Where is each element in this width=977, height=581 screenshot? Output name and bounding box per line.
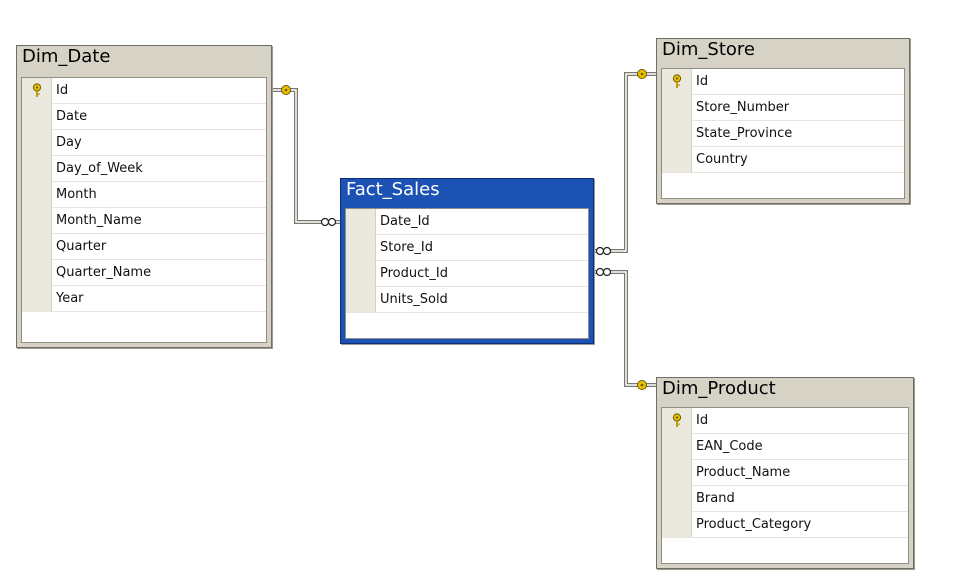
column-name: Quarter_Name <box>56 265 152 280</box>
key-endpoint-icon <box>637 380 647 390</box>
column-name: Store_Number <box>696 100 790 115</box>
column-row[interactable]: Id <box>662 69 904 95</box>
row-selector[interactable] <box>346 235 376 260</box>
column-grid: Id Store_Number State_Province Country <box>661 68 905 199</box>
column-grid: Id EAN_Code Product_Name Brand Product_C… <box>661 407 909 564</box>
infinity-endpoint-icon <box>595 246 612 256</box>
column-name: Month_Name <box>56 213 142 228</box>
column-name: Id <box>696 74 709 89</box>
row-selector[interactable] <box>662 408 692 433</box>
column-row[interactable]: Id <box>22 78 266 104</box>
relationship-store[interactable] <box>592 69 656 256</box>
column-name: Product_Name <box>696 465 791 480</box>
row-selector[interactable] <box>662 434 692 459</box>
column-row[interactable]: EAN_Code <box>662 434 908 460</box>
table-title[interactable]: Fact_Sales <box>341 179 593 201</box>
column-grid: Date_Id Store_Id Product_Id Units_Sold <box>345 208 589 339</box>
row-selector[interactable] <box>662 486 692 511</box>
key-endpoint-icon <box>637 69 647 79</box>
row-selector[interactable] <box>346 287 376 312</box>
column-row[interactable]: Store_Id <box>346 235 588 261</box>
row-selector[interactable] <box>662 121 692 146</box>
column-row[interactable]: Date <box>22 104 266 130</box>
column-name: Day_of_Week <box>56 161 143 176</box>
row-selector[interactable] <box>346 209 376 234</box>
table-title[interactable]: Dim_Product <box>657 378 913 400</box>
row-selector[interactable] <box>662 460 692 485</box>
key-icon <box>32 83 42 97</box>
row-selector[interactable] <box>22 156 52 181</box>
column-name: Product_Category <box>696 517 812 532</box>
diagram-canvas: Dim_Date Id Date Day Day_of_Week Month M… <box>0 0 977 581</box>
column-row[interactable]: Date_Id <box>346 209 588 235</box>
row-selector[interactable] <box>22 260 52 285</box>
column-name: EAN_Code <box>696 439 763 454</box>
column-row[interactable]: Month <box>22 182 266 208</box>
column-name: Month <box>56 187 97 202</box>
relationship-date[interactable] <box>273 85 340 227</box>
row-selector[interactable] <box>22 130 52 155</box>
table-title[interactable]: Dim_Store <box>657 39 909 61</box>
column-name: State_Province <box>696 126 793 141</box>
column-name: Units_Sold <box>380 292 448 307</box>
table-dim-store[interactable]: Dim_Store Id Store_Number State_Province… <box>656 38 910 204</box>
row-selector[interactable] <box>22 182 52 207</box>
relationship-product[interactable] <box>592 267 656 390</box>
column-name: Quarter <box>56 239 107 254</box>
key-endpoint-icon <box>281 85 291 95</box>
column-name: Day <box>56 135 82 150</box>
column-name: Product_Id <box>380 266 448 281</box>
column-row[interactable]: Day <box>22 130 266 156</box>
row-selector[interactable] <box>346 261 376 286</box>
column-row[interactable]: State_Province <box>662 121 904 147</box>
column-row[interactable]: Country <box>662 147 904 173</box>
infinity-endpoint-icon <box>595 267 612 277</box>
table-dim-date[interactable]: Dim_Date Id Date Day Day_of_Week Month M… <box>16 45 272 348</box>
row-selector[interactable] <box>662 147 692 172</box>
column-row[interactable]: Day_of_Week <box>22 156 266 182</box>
row-selector[interactable] <box>22 104 52 129</box>
column-row[interactable]: Month_Name <box>22 208 266 234</box>
column-row[interactable]: Product_Category <box>662 512 908 538</box>
column-row[interactable]: Quarter <box>22 234 266 260</box>
key-icon <box>672 413 682 427</box>
column-name: Id <box>696 413 709 428</box>
column-row[interactable]: Store_Number <box>662 95 904 121</box>
column-name: Date_Id <box>380 214 430 229</box>
row-selector[interactable] <box>22 234 52 259</box>
column-row[interactable]: Product_Name <box>662 460 908 486</box>
key-icon <box>672 74 682 88</box>
column-name: Store_Id <box>380 240 433 255</box>
column-name: Brand <box>696 491 735 506</box>
row-selector[interactable] <box>22 208 52 233</box>
column-name: Date <box>56 109 88 124</box>
table-fact-sales[interactable]: Fact_Sales Date_Id Store_Id Product_Id U… <box>340 178 594 344</box>
column-row[interactable]: Product_Id <box>346 261 588 287</box>
column-name: Year <box>56 291 84 306</box>
table-title[interactable]: Dim_Date <box>17 46 271 68</box>
row-selector[interactable] <box>662 512 692 537</box>
row-selector[interactable] <box>662 69 692 94</box>
row-selector[interactable] <box>22 286 52 311</box>
column-name: Country <box>696 152 748 167</box>
column-row[interactable]: Brand <box>662 486 908 512</box>
column-row[interactable]: Units_Sold <box>346 287 588 313</box>
row-selector[interactable] <box>662 95 692 120</box>
row-selector[interactable] <box>22 78 52 103</box>
infinity-endpoint-icon <box>320 217 337 227</box>
column-row[interactable]: Quarter_Name <box>22 260 266 286</box>
column-row[interactable]: Id <box>662 408 908 434</box>
column-grid: Id Date Day Day_of_Week Month Month_Name… <box>21 77 267 343</box>
column-row[interactable]: Year <box>22 286 266 312</box>
table-dim-product[interactable]: Dim_Product Id EAN_Code Product_Name Bra… <box>656 377 914 569</box>
column-name: Id <box>56 83 69 98</box>
